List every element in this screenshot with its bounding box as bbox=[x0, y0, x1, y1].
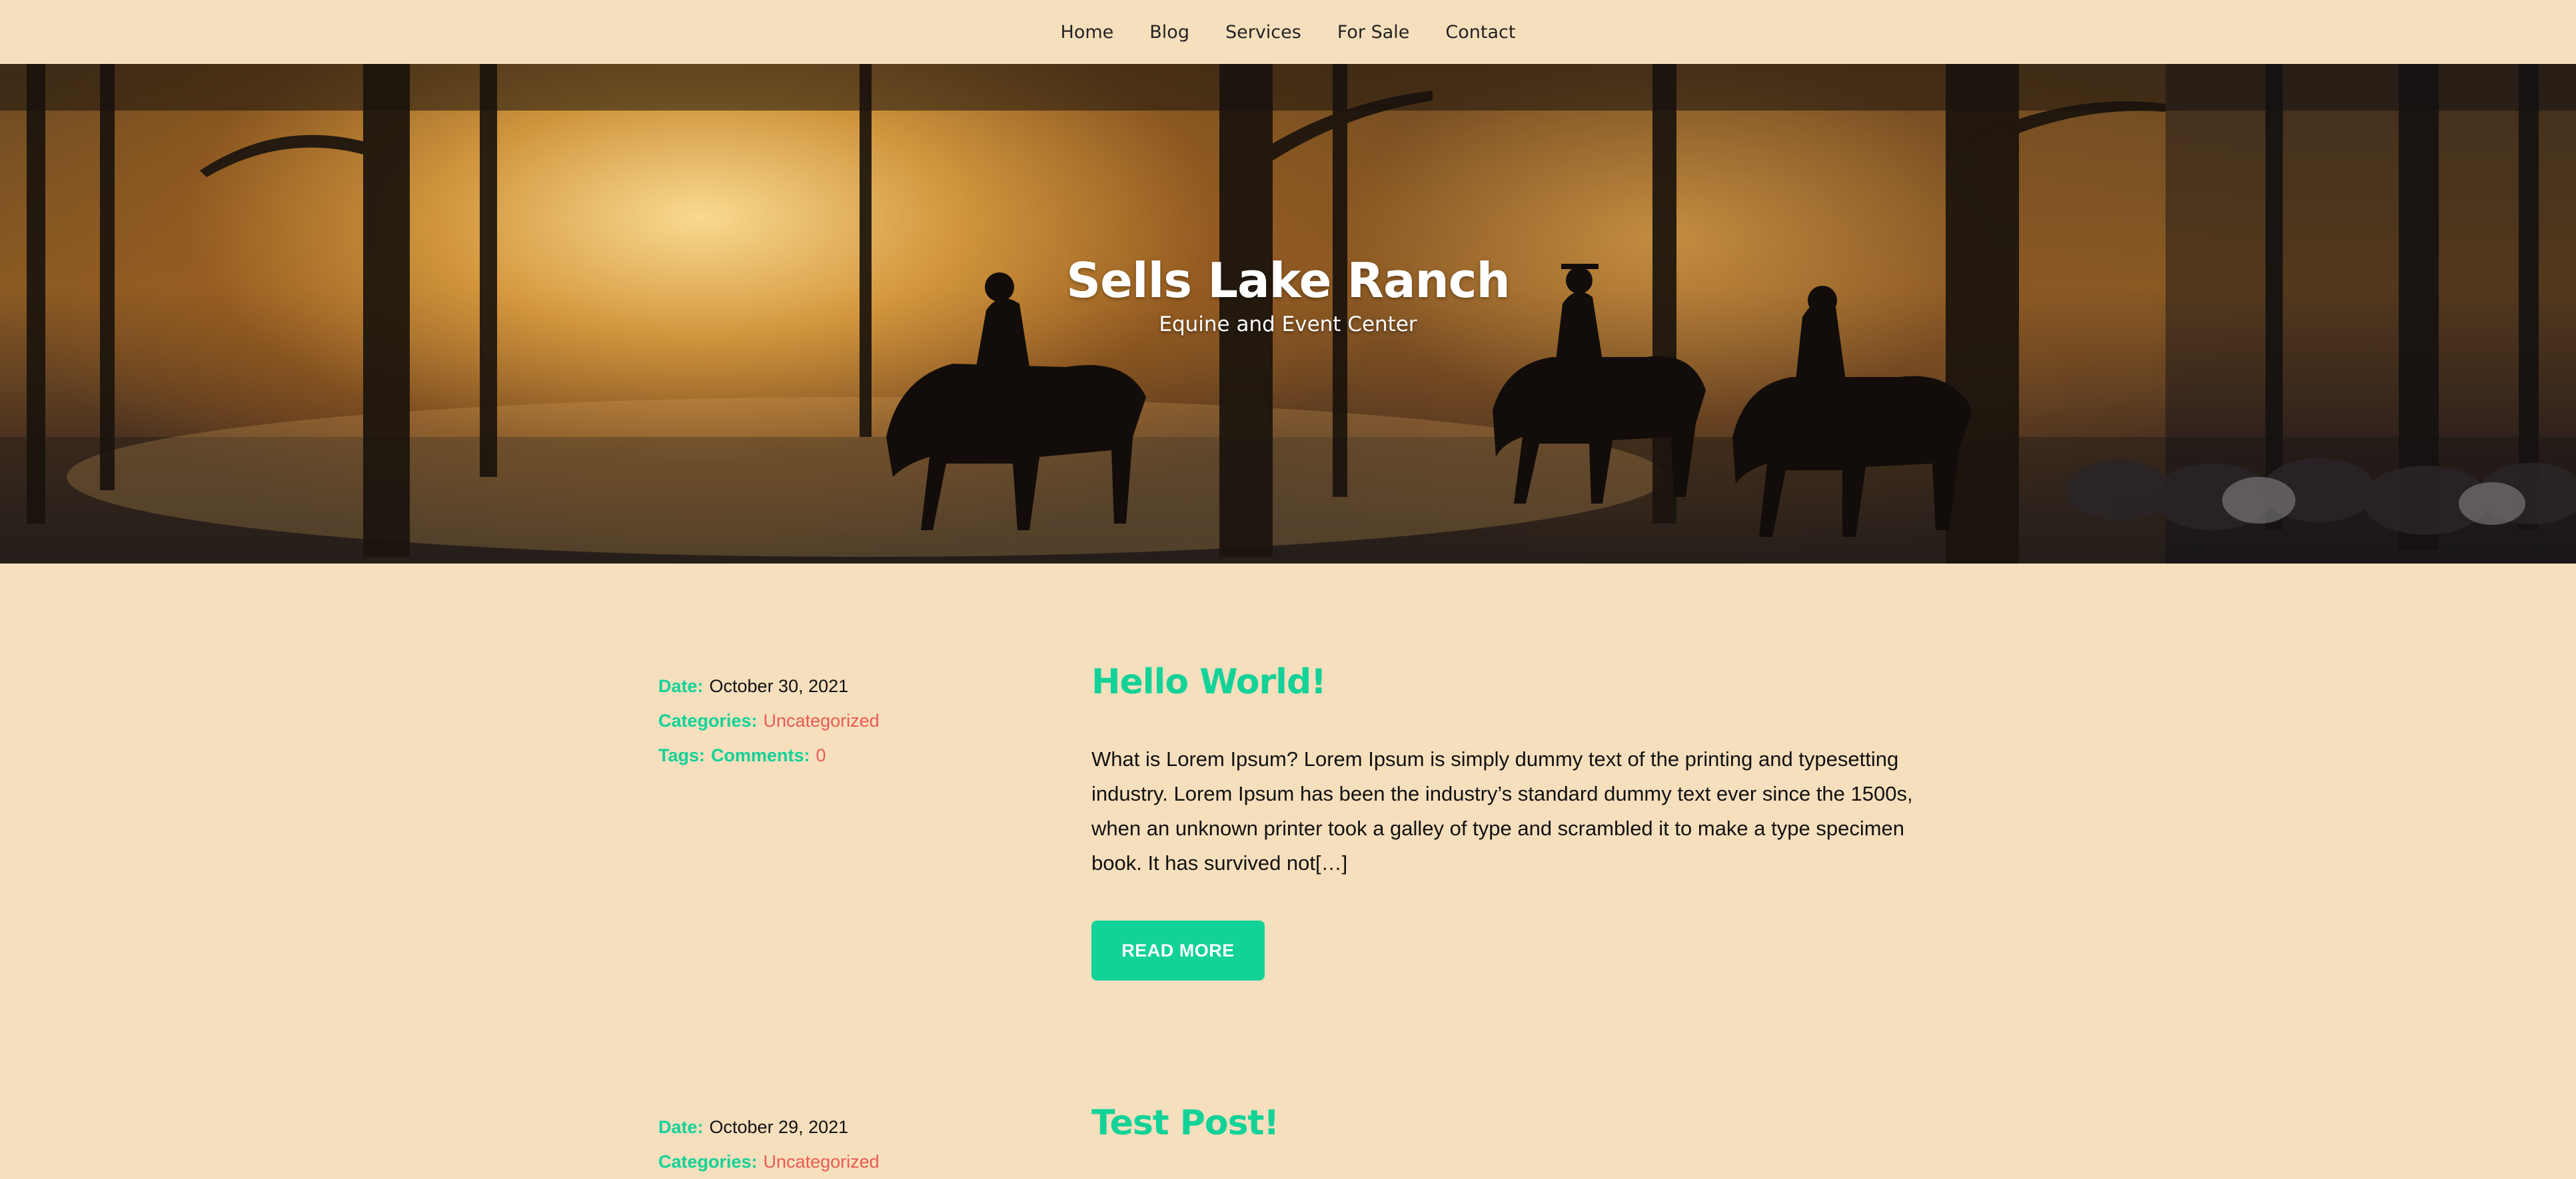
site-title[interactable]: Sells Lake Ranch bbox=[0, 252, 2576, 308]
comments-label: Comments: bbox=[711, 745, 810, 765]
comments-count-link[interactable]: 0 bbox=[816, 745, 826, 765]
nav-for-sale[interactable]: For Sale bbox=[1337, 22, 1410, 43]
tags-label: Tags: bbox=[658, 745, 706, 765]
post-categories: Categories: Uncategorized bbox=[658, 1144, 880, 1179]
post-title[interactable]: Test Post! bbox=[1091, 1103, 1918, 1143]
post-hello-world: Date: October 30, 2021 Categories: Uncateg… bbox=[0, 564, 2576, 1003]
post-body: Hello World! What is Lorem Ipsum? Lorem … bbox=[1091, 662, 1918, 981]
category-link[interactable]: Uncategorized bbox=[764, 1152, 880, 1172]
date-value: October 30, 2021 bbox=[709, 676, 849, 696]
date-label: Date: bbox=[658, 676, 704, 696]
nav-contact[interactable]: Contact bbox=[1445, 22, 1515, 43]
categories-label: Categories: bbox=[658, 711, 758, 731]
main-navigation: Home Blog Services For Sale Contact bbox=[0, 0, 2576, 64]
date-value: October 29, 2021 bbox=[709, 1117, 849, 1137]
post-excerpt: What is Lorem Ipsum? Lorem Ipsum is simp… bbox=[1091, 747, 1913, 875]
category-link[interactable]: Uncategorized bbox=[764, 711, 880, 731]
hero-text: Sells Lake Ranch Equine and Event Center bbox=[0, 252, 2576, 336]
post-meta: Date: October 30, 2021 Categories: Uncateg… bbox=[658, 669, 880, 773]
nav-home[interactable]: Home bbox=[1061, 22, 1114, 43]
post-meta: Date: October 29, 2021 Categories: Uncateg… bbox=[658, 1110, 880, 1179]
nav-services[interactable]: Services bbox=[1225, 22, 1301, 43]
date-label: Date: bbox=[658, 1117, 704, 1137]
categories-label: Categories: bbox=[658, 1152, 758, 1172]
read-more-button[interactable]: READ MORE bbox=[1091, 921, 1265, 981]
nav-blog[interactable]: Blog bbox=[1149, 22, 1189, 43]
post-date: Date: October 29, 2021 bbox=[658, 1110, 880, 1144]
post-body: Test Post! bbox=[1091, 1103, 1918, 1143]
post-date: Date: October 30, 2021 bbox=[658, 669, 880, 703]
site-tagline: Equine and Event Center bbox=[1159, 312, 1417, 336]
post-title[interactable]: Hello World! bbox=[1091, 662, 1918, 702]
post-tags-comments: Tags: Comments: 0 bbox=[658, 738, 880, 773]
post-categories: Categories: Uncategorized bbox=[658, 703, 880, 738]
hero-banner: Sells Lake Ranch Equine and Event Center bbox=[0, 64, 2576, 564]
